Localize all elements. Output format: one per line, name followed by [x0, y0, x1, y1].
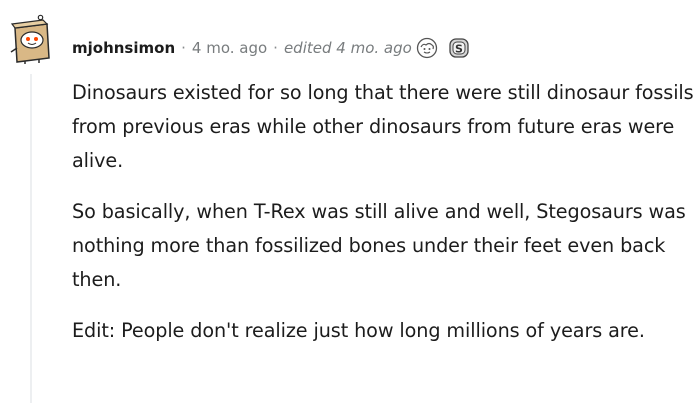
- comment-body: Dinosaurs existed for so long that there…: [72, 76, 697, 365]
- wholesome-award-icon[interactable]: [416, 37, 438, 59]
- thread-line[interactable]: [30, 74, 32, 403]
- comment: mjohnsimon · 4 mo. ago · edited 4 mo. ag…: [0, 0, 700, 403]
- snoo-box-avatar-icon: [10, 14, 50, 64]
- separator-dot: ·: [181, 39, 186, 57]
- comment-age[interactable]: 4 mo. ago: [192, 39, 267, 57]
- avatar[interactable]: [7, 14, 57, 64]
- author-name[interactable]: mjohnsimon: [72, 39, 175, 57]
- separator-dot: ·: [273, 39, 278, 57]
- svg-text:S: S: [455, 43, 463, 56]
- comment-header: mjohnsimon · 4 mo. ago · edited 4 mo. ag…: [72, 36, 470, 60]
- silver-s-award-icon[interactable]: S: [448, 37, 470, 59]
- comment-paragraph: Edit: People don't realize just how long…: [72, 319, 645, 342]
- comment-paragraph: Dinosaurs existed for so long that there…: [72, 81, 694, 172]
- comment-paragraph: So basically, when T-Rex was still alive…: [72, 200, 686, 291]
- edited-label: edited 4 mo. ago: [283, 39, 412, 57]
